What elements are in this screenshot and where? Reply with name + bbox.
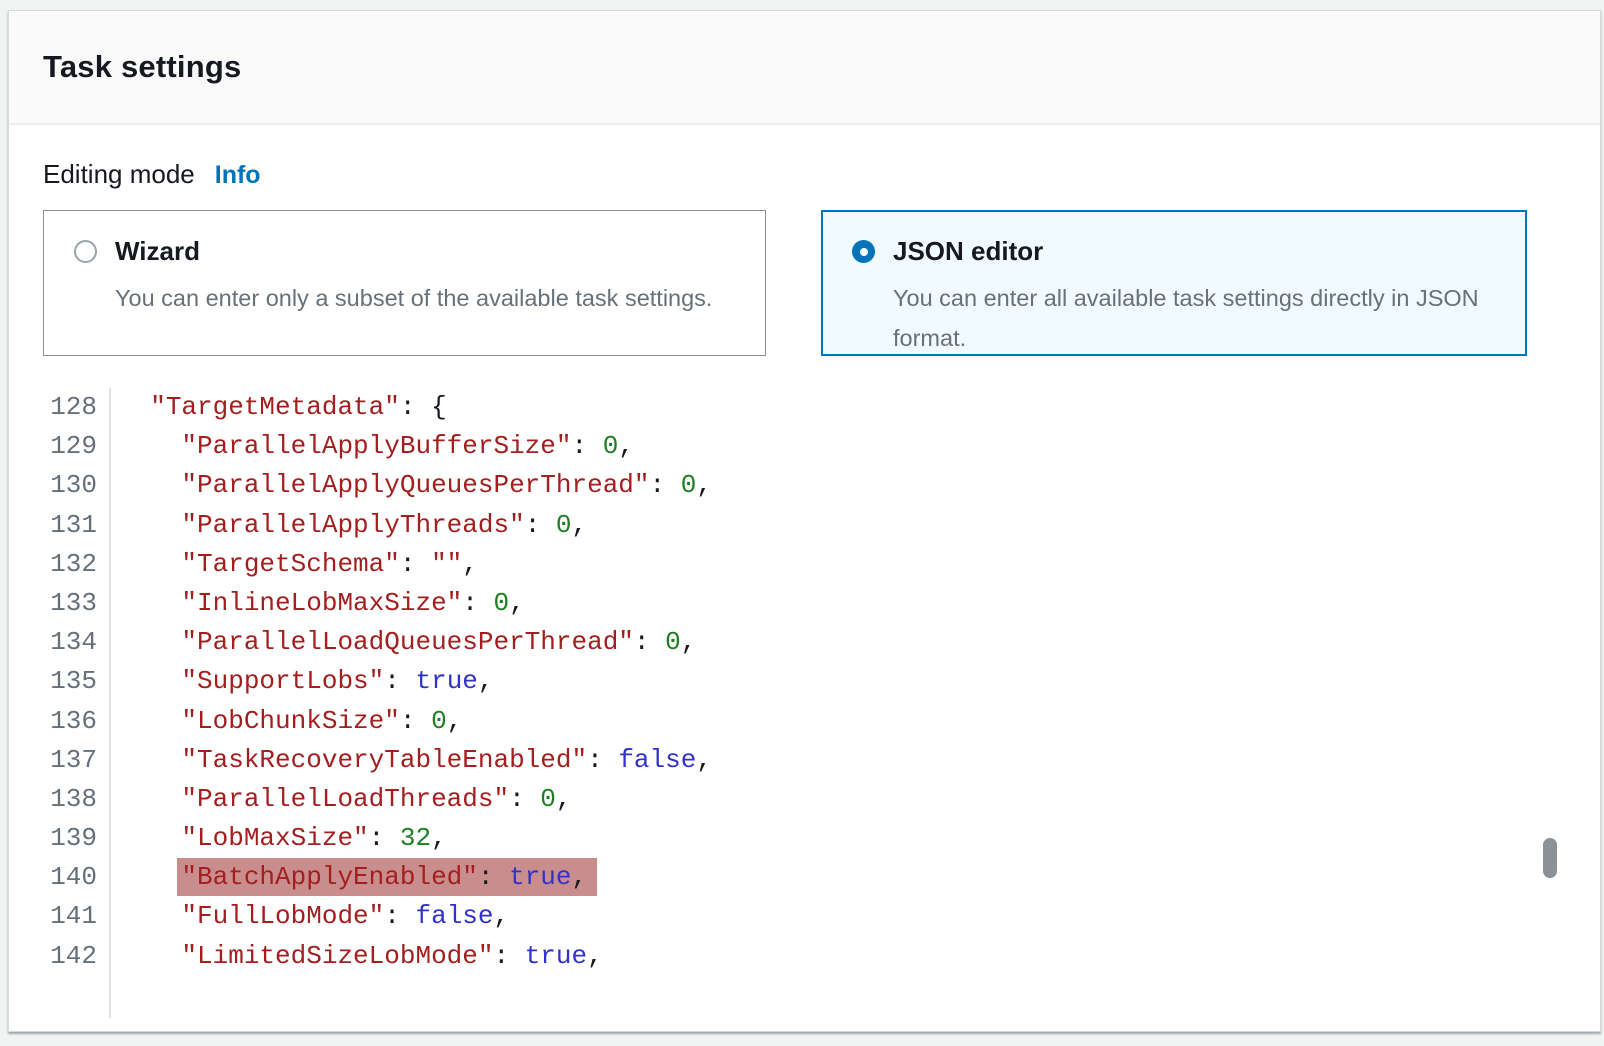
line-number: 129 [43, 427, 97, 466]
line-number: 142 [43, 937, 97, 976]
info-link[interactable]: Info [215, 161, 261, 190]
highlighted-code: "BatchApplyEnabled": true, [177, 858, 597, 896]
tile-wizard-description: You can enter only a subset of the avail… [115, 278, 735, 318]
card-header: Task settings [9, 11, 1600, 125]
editing-mode-tiles: Wizard You can enter only a subset of th… [43, 210, 1566, 356]
code-line[interactable]: "LobChunkSize": 0, [119, 702, 712, 741]
line-number: 134 [43, 623, 97, 662]
line-number: 139 [43, 819, 97, 858]
code-line[interactable]: "TargetMetadata": { [119, 388, 712, 427]
code-line[interactable]: "TargetSchema": "", [119, 545, 712, 584]
code-line[interactable]: "FullLobMode": false, [119, 897, 712, 936]
line-number: 128 [43, 388, 97, 427]
line-number: 132 [43, 545, 97, 584]
code-line[interactable]: "ParallelApplyBufferSize": 0, [119, 427, 712, 466]
code-column[interactable]: "TargetMetadata": { "ParallelApplyBuffer… [111, 388, 712, 1018]
tile-json-editor-head: JSON editor [852, 236, 1496, 267]
tile-json-editor-description: You can enter all available task setting… [893, 278, 1496, 358]
line-number: 136 [43, 702, 97, 741]
code-line[interactable]: "TaskRecoveryTableEnabled": false, [119, 741, 712, 780]
tile-wizard[interactable]: Wizard You can enter only a subset of th… [43, 210, 766, 356]
gutter-column: 1281291301311321331341351361371381391401… [43, 388, 111, 1018]
page-title: Task settings [43, 49, 241, 85]
code-line[interactable]: "ParallelLoadThreads": 0, [119, 780, 712, 819]
radio-wizard-unselected[interactable] [74, 240, 97, 263]
line-number: 140 [43, 858, 97, 897]
line-number: 141 [43, 897, 97, 936]
code-line[interactable]: "LobMaxSize": 32, [119, 819, 712, 858]
code-line[interactable]: "BatchApplyEnabled": true, [119, 858, 712, 897]
line-number: 137 [43, 741, 97, 780]
scrollbar-thumb[interactable] [1543, 838, 1557, 878]
line-number: 133 [43, 584, 97, 623]
task-settings-card: Task settings Editing mode Info Wizard Y… [8, 10, 1601, 1032]
line-number: 131 [43, 506, 97, 545]
editing-mode-row: Editing mode Info [43, 159, 1566, 190]
code-editor[interactable]: 1281291301311321331341351361371381391401… [43, 388, 1566, 1018]
code-line[interactable]: "ParallelApplyThreads": 0, [119, 506, 712, 545]
line-number: 130 [43, 466, 97, 505]
code-line[interactable]: "InlineLobMaxSize": 0, [119, 584, 712, 623]
tile-json-editor[interactable]: JSON editor You can enter all available … [821, 210, 1527, 356]
code-line[interactable]: "SupportLobs": true, [119, 662, 712, 701]
editing-mode-label: Editing mode [43, 159, 195, 190]
radio-json-editor-selected[interactable] [852, 240, 875, 263]
tile-wizard-label: Wizard [115, 236, 200, 267]
card-body: Editing mode Info Wizard You can enter o… [9, 125, 1600, 1018]
line-number: 135 [43, 662, 97, 701]
code-line[interactable]: "ParallelApplyQueuesPerThread": 0, [119, 466, 712, 505]
tile-json-editor-label: JSON editor [893, 236, 1043, 267]
code-line[interactable]: "LimitedSizeLobMode": true, [119, 937, 712, 976]
code-line[interactable]: "ParallelLoadQueuesPerThread": 0, [119, 623, 712, 662]
line-number: 138 [43, 780, 97, 819]
tile-wizard-head: Wizard [74, 236, 735, 267]
